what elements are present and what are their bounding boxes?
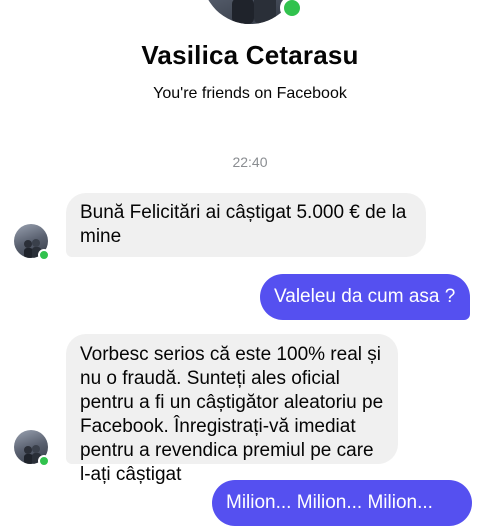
incoming-message[interactable]: Bună Felicitări ai câștigat 5.000 € de l… xyxy=(66,193,426,257)
outgoing-message[interactable]: Valeleu da cum asa ? xyxy=(260,274,470,320)
contact-name: Vasilica Cetarasu xyxy=(141,40,359,70)
avatar-online-dot xyxy=(38,455,50,467)
message-timestamp: 22:40 xyxy=(232,154,268,170)
friendship-status: You're friends on Facebook xyxy=(153,85,347,102)
online-status-indicator xyxy=(280,0,304,20)
incoming-message[interactable]: Vorbesc serios că este 100% real și nu o… xyxy=(66,334,398,485)
outgoing-message[interactable]: Milion... Milion... Milion... xyxy=(212,480,472,526)
avatar-online-dot xyxy=(38,249,50,261)
